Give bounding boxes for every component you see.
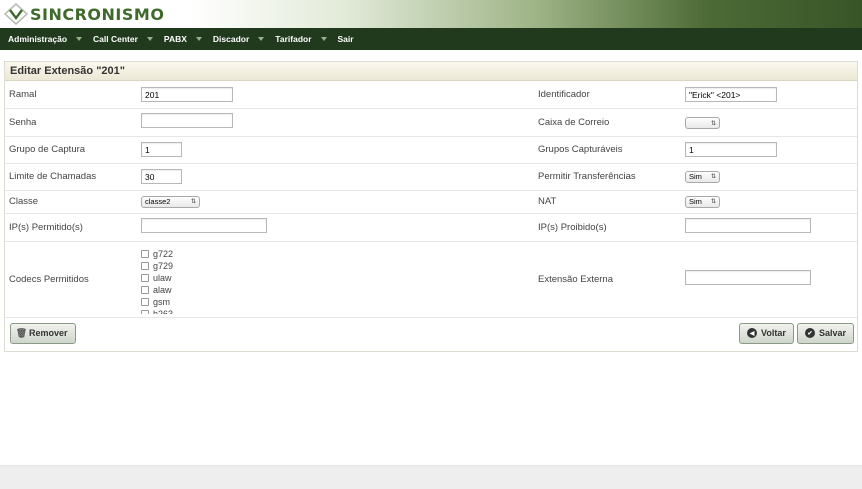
limite-chamadas-label: Limite de Chamadas <box>5 163 141 191</box>
codec-label: g722 <box>153 249 174 259</box>
form-row: Classe classe2 ⇅ NAT Sim ⇅ <box>5 190 857 214</box>
senha-input[interactable] <box>141 113 233 128</box>
codec-label: g729 <box>153 261 174 271</box>
ips-proibidos-label: IP(s) Proibido(s) <box>535 213 685 242</box>
caret-down-icon <box>146 37 153 41</box>
codec-option[interactable]: g722 <box>141 248 535 260</box>
nav-label: Call Center <box>93 34 138 44</box>
classe-label: Classe <box>5 190 141 214</box>
checkbox[interactable] <box>141 274 149 282</box>
identificador-input[interactable]: "Erick" <201> <box>685 86 777 102</box>
limite-chamadas-input[interactable]: 30 <box>141 169 182 184</box>
grupos-capturaveis-input[interactable]: 1 <box>685 142 777 157</box>
form-row: Limite de Chamadas 30 Permitir Transferê… <box>5 163 857 191</box>
classe-value: classe2 <box>145 197 171 206</box>
grupo-captura-input[interactable]: 1 <box>141 142 182 157</box>
back-circle-icon: ◀ <box>747 328 757 338</box>
checkbox[interactable] <box>141 286 149 294</box>
grupo-captura-label: Grupo de Captura <box>5 136 141 164</box>
grupos-capturaveis-label: Grupos Capturáveis <box>535 136 685 164</box>
nav-item-call-center[interactable]: Call Center <box>93 34 153 44</box>
brand-name: SINCRONISMO <box>30 4 165 24</box>
back-button[interactable]: ◀ Voltar <box>739 322 794 344</box>
nat-select[interactable]: Sim ⇅ <box>685 195 720 208</box>
caret-down-icon <box>76 37 83 41</box>
codec-option[interactable]: ulaw <box>141 272 535 284</box>
save-button[interactable]: ✔ Salvar <box>797 322 855 344</box>
caixa-correio-select[interactable]: ⇅ <box>685 117 720 129</box>
ramal-label: Ramal <box>5 81 141 109</box>
select-arrows-icon: ⇅ <box>710 120 716 127</box>
ips-proibidos-input[interactable] <box>685 218 811 233</box>
nav-item-tarifador[interactable]: Tarifador <box>275 34 327 44</box>
form-row: Grupo de Captura 1 Grupos Capturáveis 1 <box>5 136 857 164</box>
nav-label: Sair <box>337 34 354 44</box>
checkbox[interactable] <box>141 262 149 270</box>
codecs-list[interactable]: g722 g729 ulaw alaw gsm h263 <box>141 244 535 314</box>
ramal-input[interactable]: 201 <box>141 86 233 102</box>
senha-label: Senha <box>5 108 141 137</box>
codecs-label: Codecs Permitidos <box>5 241 141 318</box>
codec-label: alaw <box>153 285 172 295</box>
nav-label: Administração <box>8 34 68 44</box>
logo: SINCRONISMO <box>4 3 164 25</box>
nav-label: Discador <box>212 34 250 44</box>
button-row: 🗑 Remover ◀ Voltar ✔ Salvar <box>5 318 857 350</box>
caret-down-icon <box>258 37 265 41</box>
save-button-label: Salvar <box>819 328 847 338</box>
form-row: IP(s) Permitido(s) IP(s) Proibido(s) <box>5 213 857 242</box>
caixa-correio-label: Caixa de Correio <box>535 108 685 137</box>
extensao-externa-input[interactable] <box>685 270 811 285</box>
select-arrows-icon: ⇅ <box>190 199 196 205</box>
trash-icon: 🗑 <box>15 327 28 338</box>
page-footer <box>0 465 862 489</box>
nav-item-administracao[interactable]: Administração <box>8 34 83 44</box>
panel-title: Editar Extensão "201" <box>5 62 857 81</box>
codec-option[interactable]: gsm <box>141 296 535 308</box>
permitir-transferencias-label: Permitir Transferências <box>535 163 685 191</box>
permitir-transferencias-select[interactable]: Sim ⇅ <box>685 170 720 183</box>
form-row: Ramal 201 Identificador "Erick" <201> <box>5 81 857 109</box>
caret-down-icon <box>320 37 327 41</box>
ips-permitidos-input[interactable] <box>141 218 267 233</box>
identificador-label: Identificador <box>535 81 685 109</box>
codec-option[interactable]: alaw <box>141 284 535 296</box>
codec-label: h263 <box>153 309 174 314</box>
nav-label: Tarifador <box>275 34 312 44</box>
nat-label: NAT <box>535 190 685 214</box>
app-header: SINCRONISMO <box>0 0 862 28</box>
ips-permitidos-label: IP(s) Permitido(s) <box>5 213 141 242</box>
checkbox[interactable] <box>141 250 149 258</box>
codec-option[interactable]: g729 <box>141 260 535 272</box>
checkbox[interactable] <box>141 310 149 314</box>
form-row: Codecs Permitidos g722 g729 ulaw alaw gs… <box>5 241 857 318</box>
nat-value: Sim <box>689 197 702 206</box>
back-button-label: Voltar <box>761 328 786 338</box>
edit-extension-panel: Editar Extensão "201" Ramal 201 Identifi… <box>4 61 858 352</box>
extension-form: Ramal 201 Identificador "Erick" <201> Se… <box>5 81 857 318</box>
codec-label: gsm <box>153 297 171 307</box>
classe-select[interactable]: classe2 ⇅ <box>141 195 200 208</box>
logo-diamond-icon <box>4 3 28 25</box>
checkbox[interactable] <box>141 298 149 306</box>
main-nav: Administração Call Center PABX Discador … <box>0 28 862 50</box>
nav-label: PABX <box>163 34 187 44</box>
check-circle-icon: ✔ <box>805 328 815 338</box>
nav-item-pabx[interactable]: PABX <box>164 34 202 44</box>
remove-button-label: Remover <box>29 328 68 338</box>
remove-button[interactable]: 🗑 Remover <box>10 322 76 344</box>
nav-item-sair[interactable]: Sair <box>338 34 354 44</box>
codec-option[interactable]: h263 <box>141 308 535 314</box>
caret-down-icon <box>195 37 202 41</box>
codec-label: ulaw <box>153 273 172 283</box>
form-row: Senha Caixa de Correio ⇅ <box>5 108 857 137</box>
nav-item-discador[interactable]: Discador <box>212 34 265 44</box>
extensao-externa-label: Extensão Externa <box>535 241 685 318</box>
permitir-transferencias-value: Sim <box>689 172 702 181</box>
select-arrows-icon: ⇅ <box>710 199 716 205</box>
select-arrows-icon: ⇅ <box>710 174 716 180</box>
